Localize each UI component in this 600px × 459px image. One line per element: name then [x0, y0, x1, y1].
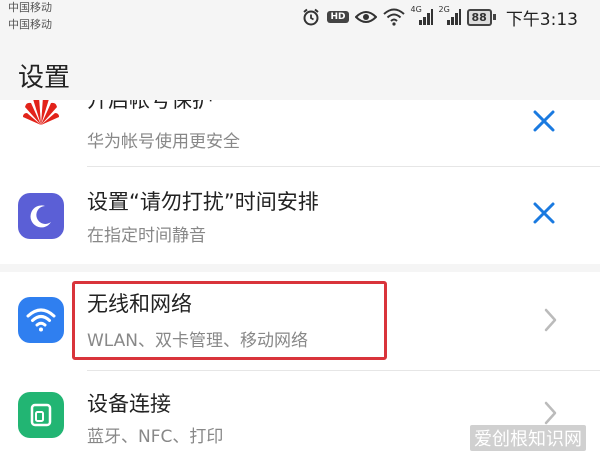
page-title: 设置 [18, 63, 71, 93]
hd-icon: HD [327, 11, 349, 23]
suggestion-account-protection[interactable]: 开启帐号保护 华为帐号使用更安全 [0, 100, 600, 160]
close-icon[interactable] [528, 105, 560, 137]
status-icons: HD 4G 2G 88 下午3:13 [301, 5, 578, 30]
battery-level: 88 [466, 8, 492, 26]
moon-icon [18, 193, 64, 239]
network-type-2: 2G [438, 5, 450, 14]
settings-item-title: 设备连接 [87, 392, 171, 416]
divider [87, 166, 600, 167]
device-connection-icon [18, 392, 64, 438]
suggestion-do-not-disturb[interactable]: 设置“请勿打扰”时间安排 在指定时间静音 [0, 168, 600, 264]
status-bar: 中国移动 中国移动 HD 4G 2G 88 下午3:13 [0, 0, 600, 36]
suggestion-title: 开启帐号保护 [87, 100, 213, 112]
settings-item-subtitle: 蓝牙、NFC、打印 [87, 427, 224, 447]
alarm-icon [301, 7, 321, 27]
chevron-right-icon [544, 308, 557, 332]
suggestion-subtitle: 在指定时间静音 [87, 226, 206, 246]
signal-icon-1: 4G [410, 5, 433, 26]
huawei-logo-icon [18, 100, 64, 132]
suggestion-title: 设置“请勿打扰”时间安排 [87, 190, 319, 214]
suggestion-subtitle: 华为帐号使用更安全 [87, 132, 240, 152]
divider [87, 370, 600, 371]
close-icon[interactable] [528, 197, 560, 229]
carrier-label-2: 中国移动 [8, 18, 52, 31]
signal-icon-2: 2G [438, 5, 461, 26]
watermark: 爱创根知识网 [470, 425, 586, 451]
eye-comfort-icon [354, 9, 377, 25]
clock-time: 下午3:13 [505, 9, 578, 30]
highlight-annotation-box [72, 281, 387, 360]
carrier-label-1: 中国移动 [8, 1, 52, 14]
wifi-icon [18, 297, 64, 343]
network-type-1: 4G [410, 5, 422, 14]
battery-icon: 88 [466, 8, 496, 26]
chevron-right-icon [544, 401, 557, 425]
wifi-status-icon [382, 8, 405, 26]
